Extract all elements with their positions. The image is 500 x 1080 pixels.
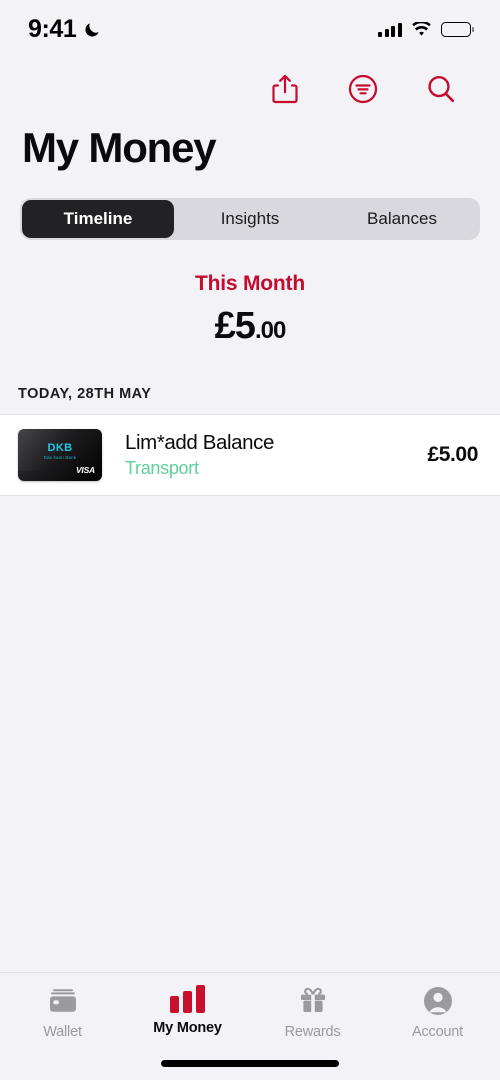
wifi-icon (411, 21, 431, 36)
status-bar-right (378, 21, 474, 37)
tab-insights[interactable]: Insights (174, 200, 326, 238)
wallet-card-icon (47, 985, 79, 1017)
bar-chart-icon (170, 985, 205, 1013)
app-screen: 9:41 My Money Timeline Insights Balances… (0, 0, 500, 1080)
status-bar: 9:41 (0, 0, 500, 58)
transaction-list: DKB Das kann Bank VISA Lim*add Balance T… (0, 414, 500, 496)
search-icon[interactable] (424, 72, 458, 106)
month-summary: This Month £5 .00 (0, 240, 500, 348)
segmented-control: Timeline Insights Balances (20, 198, 480, 240)
filter-icon[interactable] (346, 72, 380, 106)
tab-balances[interactable]: Balances (326, 200, 478, 238)
status-bar-left: 9:41 (28, 15, 102, 44)
tab-label: Account (412, 1024, 463, 1040)
summary-amount-major: £5 (214, 305, 256, 347)
tab-label: My Money (153, 1020, 222, 1036)
signal-bars-icon (378, 22, 402, 37)
tab-timeline[interactable]: Timeline (22, 200, 174, 238)
card-tagline: Das kann Bank (43, 455, 77, 460)
tab-account[interactable]: Account (375, 985, 500, 1040)
transaction-info: Lim*add Balance Transport (102, 431, 427, 479)
tab-label: Wallet (43, 1024, 82, 1040)
header-actions (0, 58, 500, 120)
tab-wallet[interactable]: Wallet (0, 985, 125, 1040)
card-thumbnail: DKB Das kann Bank VISA (18, 429, 102, 481)
summary-period-label: This Month (195, 272, 305, 295)
page-title: My Money (22, 124, 217, 171)
gift-icon (297, 985, 329, 1017)
tab-rewards[interactable]: Rewards (250, 985, 375, 1040)
visa-logo: VISA (75, 465, 95, 475)
summary-amount: £5 .00 (214, 305, 287, 348)
status-time: 9:41 (28, 14, 77, 43)
card-brand-label: DKB (47, 442, 73, 454)
home-indicator (161, 1060, 339, 1067)
table-row[interactable]: DKB Das kann Bank VISA Lim*add Balance T… (0, 415, 500, 495)
person-icon (423, 985, 453, 1017)
moon-icon (85, 22, 100, 37)
tab-label: Rewards (284, 1024, 341, 1040)
transaction-category: Transport (125, 458, 199, 478)
transaction-amount: £5.00 (427, 443, 478, 466)
battery-icon (440, 21, 474, 37)
tab-my-money[interactable]: My Money (125, 985, 250, 1036)
content-area (0, 496, 500, 972)
segmented-control-wrap: Timeline Insights Balances (0, 172, 500, 240)
transaction-title: Lim*add Balance (125, 431, 274, 454)
share-icon[interactable] (268, 72, 302, 106)
date-section-header: TODAY, 28TH MAY (18, 386, 152, 402)
summary-amount-minor: .00 (254, 317, 286, 344)
